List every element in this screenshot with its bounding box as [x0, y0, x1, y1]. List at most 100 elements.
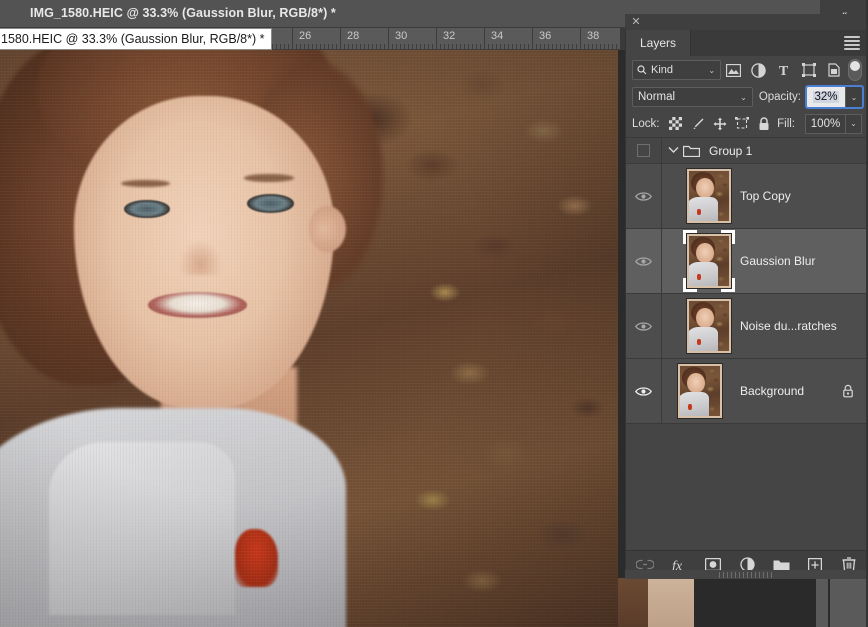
eye-icon [635, 191, 652, 201]
ruler-tick [536, 44, 537, 49]
layer-visibility-toggle[interactable] [626, 164, 662, 228]
filter-kind-label: Kind [651, 64, 674, 76]
ruler-tick [300, 44, 301, 49]
panel-tabstrip: Layers [626, 30, 868, 56]
ruler-tick [328, 44, 329, 49]
smart-object-filter-icon[interactable] [821, 59, 846, 81]
ruler-label: 26 [299, 30, 312, 42]
ruler-tick [424, 44, 425, 49]
eye-icon [635, 256, 652, 266]
chevron-down-icon[interactable] [668, 146, 679, 156]
ruler-tick [500, 44, 501, 49]
layer-visibility-toggle[interactable] [626, 229, 662, 293]
blend-mode-select[interactable]: Normal ⌄ [632, 87, 753, 107]
ruler-tick [612, 44, 613, 49]
ruler-tick [380, 44, 381, 49]
opacity-control[interactable]: 32% ⌄ [805, 85, 864, 109]
layer-name[interactable]: Gaussion Blur [740, 254, 815, 268]
layer-visibility-toggle[interactable] [626, 359, 662, 423]
opacity-slider-chevron-icon[interactable]: ⌄ [845, 87, 862, 107]
layer-thumbnail [677, 363, 723, 419]
ruler-tick [460, 44, 461, 49]
ruler-tick [564, 44, 565, 49]
photo-red-accent [234, 528, 279, 587]
ruler-tick [376, 44, 377, 49]
layer-thumbnail-cell[interactable] [662, 294, 738, 358]
ruler-tick [388, 28, 389, 49]
ruler-tick [600, 44, 601, 49]
layer-visibility-toggle[interactable] [626, 294, 662, 358]
ruler-tick [588, 44, 589, 49]
ruler-tick [420, 44, 421, 49]
search-icon [637, 65, 647, 75]
ruler-tick [480, 44, 481, 49]
lower-right-panel-b [830, 578, 866, 627]
fill-control[interactable]: 100% ⌄ [805, 113, 862, 134]
lock-transparent-pixels-icon[interactable] [665, 113, 687, 135]
ruler-tick [436, 28, 437, 49]
ruler-tick [284, 44, 285, 49]
layer-thumbnail-cell[interactable] [662, 359, 738, 423]
ruler-tick [288, 44, 289, 49]
hamburger-menu-icon[interactable] [844, 36, 860, 50]
ruler-tick [556, 44, 557, 49]
ruler-tick [344, 44, 345, 49]
lock-all-icon[interactable] [753, 113, 775, 135]
ruler-tick [532, 28, 533, 49]
pixel-layer-filter-icon[interactable] [721, 59, 746, 81]
ruler-tick [484, 28, 485, 49]
lock-position-icon[interactable] [709, 113, 731, 135]
table-row[interactable]: Gaussion Blur [626, 229, 868, 294]
ruler-tick [476, 44, 477, 49]
ruler-tick [576, 44, 577, 49]
panel-resize-grip[interactable] [625, 570, 868, 579]
adjustment-layer-filter-icon[interactable] [746, 59, 771, 81]
layer-thumbnail-cell[interactable] [662, 229, 738, 293]
tab-layers[interactable]: Layers [626, 30, 692, 56]
ruler-tick [428, 44, 429, 49]
fill-slider-chevron-icon[interactable]: ⌄ [845, 113, 862, 134]
filter-enable-toggle[interactable] [848, 59, 863, 81]
ruler-label: 32 [443, 30, 456, 42]
ruler-tick [568, 44, 569, 49]
ruler-tick [464, 44, 465, 49]
canvas-area[interactable] [0, 50, 618, 627]
photo-eyebrow-right [244, 174, 294, 182]
ruler-tick [356, 44, 357, 49]
chevron-down-icon: ⌄ [740, 92, 747, 102]
ruler-tick [360, 44, 361, 49]
ruler-label: 34 [491, 30, 504, 42]
lock-image-pixels-icon[interactable] [687, 113, 709, 135]
ruler-tick [448, 44, 449, 49]
group-visibility-toggle[interactable] [626, 138, 662, 163]
group-name[interactable]: Group 1 [709, 144, 752, 158]
layer-list-empty-space [626, 424, 868, 532]
ruler-tick [384, 44, 385, 49]
lock-artboard-nesting-icon[interactable] [731, 113, 753, 135]
layer-name[interactable]: Background [740, 384, 804, 398]
table-row[interactable]: Background [626, 359, 868, 424]
layers-panel: Layers Kind ⌄ T Normal ⌄ Opacity: 32% ⌄ … [625, 30, 868, 578]
ruler-tick [440, 44, 441, 49]
fill-input[interactable]: 100% [805, 113, 845, 134]
opacity-input[interactable]: 32% [807, 87, 845, 107]
layer-name[interactable]: Top Copy [740, 189, 791, 203]
table-row[interactable]: Noise du...ratches [626, 294, 868, 359]
layer-group-row[interactable]: Group 1 [626, 138, 868, 164]
photo-mouth [148, 292, 248, 318]
layer-thumbnail-cell[interactable] [662, 164, 738, 228]
lower-canvas-background [694, 578, 816, 627]
ruler-tick [472, 44, 473, 49]
table-row[interactable]: Top Copy [626, 164, 868, 229]
ruler-tick [520, 44, 521, 49]
layer-thumbnail [686, 298, 732, 354]
ruler-tick [336, 44, 337, 49]
document-title: IMG_1580.HEIC @ 33.3% (Gaussion Blur, RG… [30, 6, 336, 20]
close-icon[interactable]: ✕ [629, 15, 643, 29]
filter-kind-select[interactable]: Kind ⌄ [632, 60, 722, 80]
ruler-tick [488, 44, 489, 49]
layer-name[interactable]: Noise du...ratches [740, 319, 837, 333]
shape-layer-filter-icon[interactable] [796, 59, 821, 81]
type-layer-filter-icon[interactable]: T [771, 59, 796, 81]
layer-filter-row: Kind ⌄ T [626, 56, 868, 84]
